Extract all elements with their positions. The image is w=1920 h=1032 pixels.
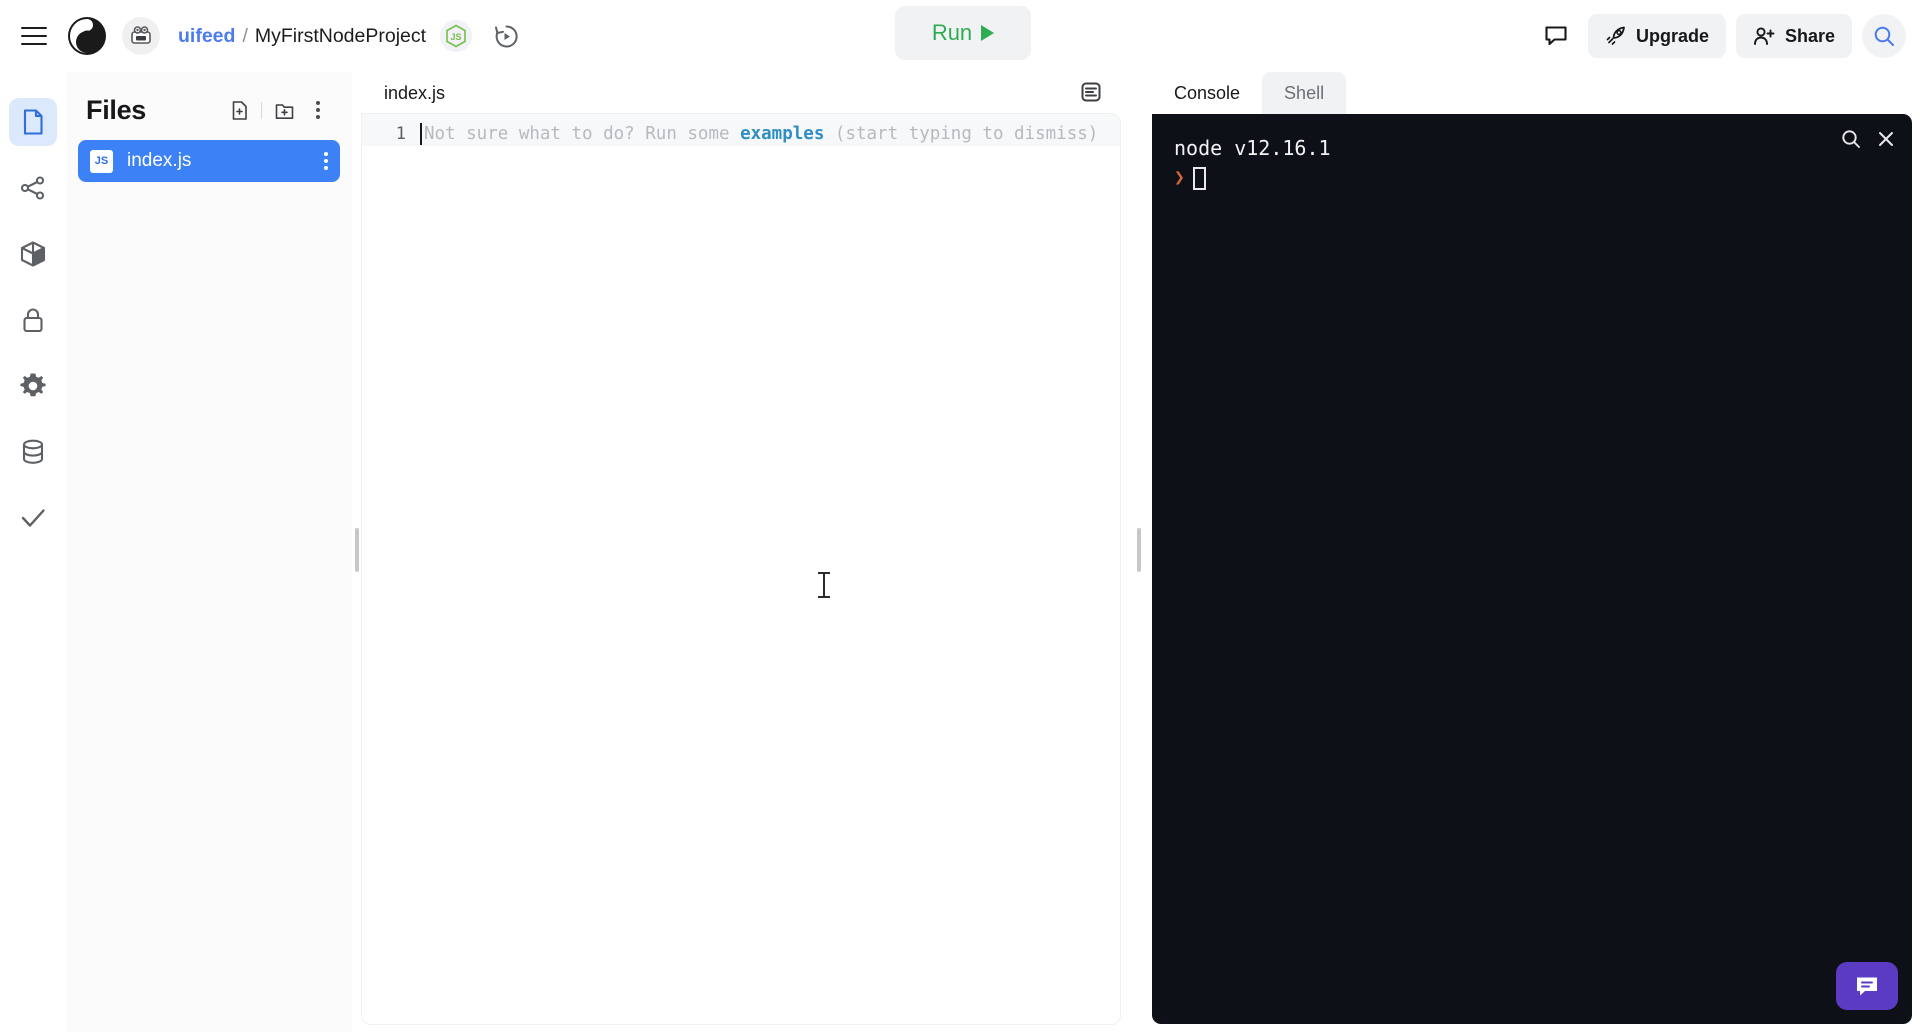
- upgrade-button-label: Upgrade: [1635, 25, 1709, 46]
- header-search-button[interactable]: [1862, 14, 1906, 58]
- header-left-group: uifeed / MyFirstNodeProject JS: [0, 14, 528, 58]
- comment-bubble-icon: [1545, 26, 1567, 46]
- breadcrumb-separator: /: [242, 24, 248, 47]
- editor-tabstrip: index.js: [362, 72, 1120, 114]
- tab-shell[interactable]: Shell: [1262, 72, 1347, 114]
- chat-bubble-icon: [1857, 977, 1877, 996]
- file-icon: [23, 109, 43, 135]
- console-output-line: node v12.16.1: [1174, 136, 1331, 160]
- tab-console[interactable]: Console: [1152, 72, 1263, 114]
- version-history-button[interactable]: [484, 14, 528, 58]
- kebab-menu-icon: [316, 101, 320, 119]
- chat-widget-button[interactable]: [1836, 962, 1898, 1010]
- file-tree-list: JS index.js: [66, 126, 352, 182]
- share-button[interactable]: Share: [1735, 14, 1852, 58]
- code-editor-area[interactable]: 1 Not sure what to do? Run some examples…: [362, 114, 1120, 1024]
- files-editor-splitter[interactable]: [352, 500, 362, 600]
- files-panel: Files JS index.js: [66, 72, 352, 1032]
- database-icon: [22, 439, 44, 464]
- text-caret: [420, 123, 422, 145]
- console-prompt-row[interactable]: ❯: [1174, 164, 1890, 192]
- tab-index-js[interactable]: index.js: [362, 72, 468, 114]
- examples-link[interactable]: examples: [740, 124, 824, 144]
- sidebar-item-secrets[interactable]: [9, 296, 57, 344]
- text-ibeam-cursor: [818, 572, 830, 598]
- files-panel-actions: [223, 94, 334, 126]
- play-triangle-icon: [981, 25, 995, 41]
- console-tabstrip: Console Shell: [1152, 72, 1912, 114]
- breadcrumb-project-name[interactable]: MyFirstNodeProject: [255, 25, 426, 48]
- breadcrumb-owner[interactable]: uifeed: [178, 25, 235, 48]
- gear-icon: [20, 373, 46, 397]
- console-input-caret: [1192, 166, 1206, 190]
- new-folder-button[interactable]: [268, 94, 300, 126]
- hamburger-menu-icon: [21, 27, 47, 45]
- left-icon-rail: [0, 72, 66, 1032]
- top-header-bar: uifeed / MyFirstNodeProject JS Run Upgra…: [0, 0, 1920, 72]
- console-toolbar: [1840, 128, 1896, 150]
- files-panel-header: Files: [66, 72, 352, 126]
- format-lines-button[interactable]: [1074, 75, 1108, 109]
- files-more-button[interactable]: [302, 94, 334, 126]
- package-cube-icon: [20, 241, 46, 267]
- files-panel-title: Files: [86, 94, 147, 125]
- splitter-grip: [1137, 528, 1141, 572]
- sidebar-item-version-control[interactable]: [9, 164, 57, 212]
- user-avatar-icon[interactable]: [122, 17, 160, 55]
- file-item-index-js[interactable]: JS index.js: [78, 140, 340, 182]
- header-right-group: Upgrade Share: [1534, 0, 1906, 72]
- sidebar-item-settings[interactable]: [9, 362, 57, 410]
- line-number-gutter: 1: [395, 124, 406, 144]
- prompt-arrow-icon: ❯: [1174, 167, 1185, 188]
- new-folder-icon: [275, 103, 293, 119]
- new-file-button[interactable]: [223, 94, 255, 126]
- placeholder-suffix: (start typing to dismiss): [824, 124, 1099, 144]
- search-icon: [1842, 130, 1860, 148]
- file-item-menu-button[interactable]: [324, 152, 328, 170]
- replit-logo-icon[interactable]: [66, 15, 108, 57]
- console-output-area[interactable]: node v12.16.1 ❯: [1152, 114, 1912, 1024]
- tab-label: Console: [1174, 82, 1241, 103]
- tab-label: Shell: [1284, 82, 1325, 103]
- console-search-button[interactable]: [1840, 128, 1862, 150]
- file-item-label: index.js: [127, 150, 192, 171]
- run-button-label: Run: [931, 20, 973, 45]
- editor-tab-tools: [1074, 75, 1120, 114]
- code-line-1: 1 Not sure what to do? Run some examples…: [362, 114, 1120, 146]
- share-button-label: Share: [1784, 25, 1835, 46]
- git-branch-icon: [20, 176, 45, 200]
- format-lines-icon: [1081, 82, 1101, 102]
- hamburger-menu-button[interactable]: [12, 14, 56, 58]
- placeholder-prefix: Not sure what to do? Run some: [424, 124, 741, 144]
- sidebar-item-packages[interactable]: [9, 230, 57, 278]
- sidebar-item-unit-tests[interactable]: [9, 494, 57, 542]
- editor-panel: index.js 1 Not sure what to do? Run some…: [362, 72, 1120, 1024]
- editor-placeholder-text: Not sure what to do? Run some examples (…: [420, 124, 1098, 144]
- nodejs-badge-icon[interactable]: JS: [440, 20, 473, 52]
- console-text: node v12.16.1 ❯: [1152, 114, 1912, 212]
- comment-bubble-button[interactable]: [1534, 14, 1578, 58]
- breadcrumb: uifeed / MyFirstNodeProject: [178, 25, 426, 48]
- editor-console-splitter[interactable]: [1134, 500, 1144, 600]
- checkmark-icon: [21, 509, 45, 527]
- new-file-icon: [232, 100, 247, 120]
- run-button[interactable]: Run: [895, 6, 1031, 60]
- person-add-icon: [1754, 27, 1775, 45]
- close-x-icon: [1879, 132, 1893, 146]
- upgrade-button[interactable]: Upgrade: [1587, 14, 1726, 58]
- splitter-grip: [355, 528, 359, 572]
- search-icon: [1874, 26, 1894, 46]
- sidebar-item-files[interactable]: [9, 98, 57, 146]
- console-close-button[interactable]: [1876, 129, 1896, 149]
- files-action-divider: [261, 101, 262, 119]
- sidebar-item-database[interactable]: [9, 428, 57, 476]
- version-history-icon: [494, 24, 518, 47]
- lock-icon: [23, 308, 43, 333]
- js-file-badge: JS: [90, 149, 113, 173]
- rocket-icon: [1606, 26, 1625, 45]
- svg-text:JS: JS: [451, 32, 462, 42]
- code-content[interactable]: Not sure what to do? Run some examples (…: [420, 122, 1120, 146]
- console-panel: Console Shell node v12.16.1 ❯: [1152, 72, 1912, 1024]
- tab-label: index.js: [384, 82, 446, 103]
